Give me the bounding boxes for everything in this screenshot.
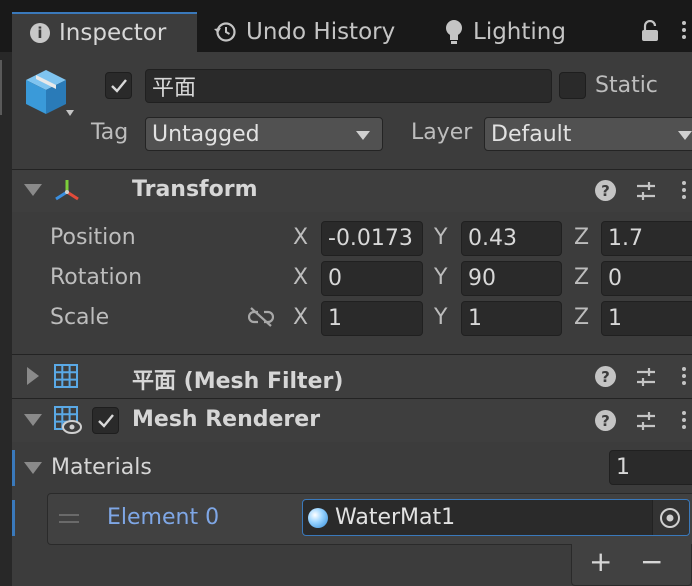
help-icon[interactable]: ? bbox=[595, 180, 616, 201]
info-icon: i bbox=[30, 23, 50, 43]
tab-lighting-label: Lighting bbox=[473, 19, 566, 45]
object-name-input[interactable]: 平面 bbox=[145, 69, 552, 103]
element-selection-bar bbox=[12, 500, 15, 536]
object-picker-icon bbox=[659, 507, 681, 533]
layer-dropdown[interactable]: Default bbox=[484, 117, 692, 151]
left-edge bbox=[0, 52, 12, 586]
tab-undo-history[interactable]: Undo History bbox=[213, 12, 395, 52]
rotation-label: Rotation bbox=[50, 265, 143, 290]
scale-z-field[interactable]: 1 bbox=[601, 301, 692, 336]
position-z-field[interactable]: 1.7 bbox=[601, 221, 692, 256]
rotation-y-axis: Y bbox=[434, 265, 448, 290]
tab-inspector[interactable]: i Inspector bbox=[12, 12, 197, 52]
materials-foldout-icon[interactable] bbox=[24, 462, 42, 474]
lock-icon[interactable] bbox=[640, 19, 660, 46]
scale-x-field[interactable]: 1 bbox=[321, 301, 423, 336]
static-label: Static bbox=[595, 73, 658, 98]
presets-icon[interactable] bbox=[635, 180, 657, 206]
context-menu-icon[interactable] bbox=[682, 364, 686, 388]
position-z-axis: Z bbox=[574, 225, 590, 250]
active-checkbox[interactable] bbox=[105, 72, 132, 99]
gameobject-icon bbox=[22, 68, 82, 128]
mesh-filter-foldout-icon[interactable] bbox=[27, 367, 39, 385]
lightbulb-icon bbox=[444, 19, 464, 45]
mesh-filter-header[interactable] bbox=[12, 354, 692, 398]
history-icon bbox=[213, 20, 237, 44]
mesh-renderer-foldout-icon[interactable] bbox=[24, 414, 42, 426]
position-x-field[interactable]: -0.0173 bbox=[321, 221, 423, 256]
scale-y-field[interactable]: 1 bbox=[461, 301, 562, 336]
tab-menu-icon[interactable] bbox=[682, 18, 686, 42]
scale-z-axis: Z bbox=[574, 305, 590, 330]
position-y-field[interactable]: 0.43 bbox=[461, 221, 562, 256]
tag-label: Tag bbox=[91, 120, 129, 145]
rotation-z-field[interactable]: 0 bbox=[601, 261, 692, 296]
chevron-down-icon bbox=[678, 131, 692, 140]
tag-value: Untagged bbox=[152, 121, 260, 147]
element-0-label: Element 0 bbox=[107, 505, 220, 530]
transform-header[interactable] bbox=[12, 169, 692, 212]
drag-handle-icon[interactable] bbox=[59, 514, 79, 523]
materials-selection-bar bbox=[12, 450, 15, 486]
context-menu-icon[interactable] bbox=[682, 178, 686, 202]
mesh-renderer-enabled-checkbox[interactable] bbox=[92, 407, 119, 434]
add-element-button[interactable]: + bbox=[589, 545, 612, 578]
scale-x-axis: X bbox=[293, 305, 309, 330]
tab-inspector-label: Inspector bbox=[59, 20, 167, 46]
presets-icon[interactable] bbox=[635, 366, 657, 392]
tag-dropdown[interactable]: Untagged bbox=[145, 117, 383, 151]
constrain-proportions-icon[interactable] bbox=[247, 306, 275, 332]
left-edge-line bbox=[0, 60, 2, 115]
chevron-down-icon bbox=[356, 131, 370, 140]
transform-icon bbox=[52, 177, 82, 209]
materials-count-field[interactable]: 1 bbox=[609, 450, 692, 485]
transform-foldout-icon[interactable] bbox=[24, 184, 42, 196]
material-value: WaterMat1 bbox=[335, 505, 456, 530]
context-menu-icon[interactable] bbox=[682, 408, 686, 432]
help-icon[interactable]: ? bbox=[595, 410, 616, 431]
rotation-x-axis: X bbox=[293, 265, 309, 290]
position-label: Position bbox=[50, 225, 136, 250]
mesh-renderer-title: Mesh Renderer bbox=[132, 407, 321, 432]
mesh-filter-icon bbox=[53, 363, 79, 393]
mesh-renderer-icon bbox=[53, 405, 83, 439]
transform-title: Transform bbox=[132, 177, 258, 202]
help-icon[interactable]: ? bbox=[595, 366, 616, 387]
layer-label: Layer bbox=[411, 120, 473, 145]
remove-element-button[interactable]: − bbox=[640, 545, 663, 578]
mesh-filter-title: 平面 (Mesh Filter) bbox=[132, 369, 344, 394]
checkmark-icon bbox=[110, 78, 127, 93]
checkmark-icon bbox=[97, 413, 114, 428]
materials-label: Materials bbox=[51, 455, 152, 480]
material-icon bbox=[308, 508, 328, 528]
presets-icon[interactable] bbox=[635, 410, 657, 436]
scale-y-axis: Y bbox=[434, 305, 448, 330]
tab-undo-history-label: Undo History bbox=[246, 19, 396, 45]
rotation-y-field[interactable]: 90 bbox=[461, 261, 562, 296]
position-y-axis: Y bbox=[434, 225, 448, 250]
position-x-axis: X bbox=[293, 225, 309, 250]
rotation-z-axis: Z bbox=[574, 265, 590, 290]
rotation-x-field[interactable]: 0 bbox=[321, 261, 423, 296]
layer-value: Default bbox=[491, 121, 572, 147]
static-checkbox[interactable] bbox=[559, 72, 586, 99]
scale-label: Scale bbox=[50, 305, 110, 330]
tab-lighting[interactable]: Lighting bbox=[444, 12, 566, 52]
